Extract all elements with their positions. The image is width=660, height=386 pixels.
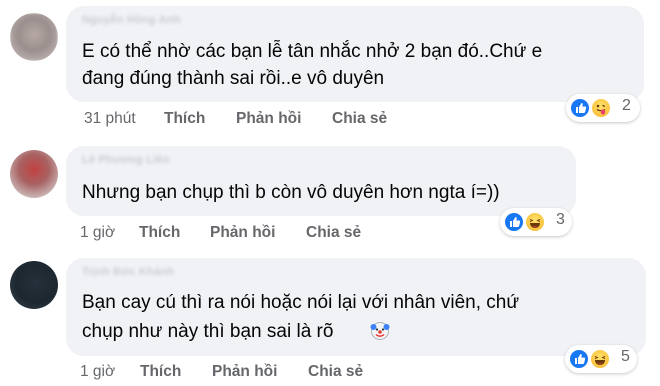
share-button[interactable]: Chia sẻ	[332, 110, 387, 128]
like-icon	[569, 97, 591, 119]
reaction-count: 2	[622, 97, 631, 114]
avatar[interactable]	[10, 13, 58, 61]
reaction-summary[interactable]: 2	[566, 94, 640, 122]
comment-actions: 1 giờ Thích Phản hồi Chia sẻ	[80, 224, 480, 244]
comment-author[interactable]: Nguyễn Hồng Anh	[82, 14, 181, 26]
comment-time[interactable]: 31 phút	[84, 110, 136, 128]
reaction-summary[interactable]: 5	[565, 345, 637, 373]
avatar[interactable]	[10, 261, 58, 309]
haha-icon	[524, 211, 546, 233]
reaction-summary[interactable]: 3	[500, 208, 572, 236]
like-button[interactable]: Thích	[164, 110, 205, 128]
comment-author[interactable]: Lê Phương Liên	[82, 154, 170, 166]
tongue-emoji-icon	[590, 97, 612, 119]
reply-button[interactable]: Phản hồi	[236, 110, 301, 128]
like-icon	[503, 211, 525, 233]
comment-text-line-2: chụp như này thì bạn sai là rõ	[82, 321, 334, 342]
comment-2: Lê Phương Liên Nhưng bạn chụp thì b còn …	[0, 136, 660, 248]
comment-1: Nguyễn Hồng Anh E có thể nhờ các bạn lễ …	[0, 0, 660, 136]
reply-button[interactable]: Phản hồi	[212, 363, 277, 381]
comment-time[interactable]: 1 giờ	[80, 224, 115, 242]
avatar[interactable]	[10, 150, 58, 198]
reaction-count: 5	[621, 348, 630, 365]
like-button[interactable]: Thích	[139, 224, 180, 242]
comment-text-line-1: Bạn cay cú thì ra nói hoặc nói lại với n…	[82, 292, 520, 313]
reply-button[interactable]: Phản hồi	[210, 224, 275, 242]
comment-actions: 31 phút Thích Phản hồi Chia sẻ	[84, 110, 484, 130]
like-icon	[568, 348, 590, 370]
comment-author[interactable]: Trịnh Đức Khánh	[82, 266, 174, 278]
comment-text-line-1: E có thể nhờ các bạn lễ tân nhắc nhở 2 b…	[82, 41, 543, 62]
clown-emoji-icon	[370, 321, 390, 341]
share-button[interactable]: Chia sẻ	[306, 224, 361, 242]
comment-time[interactable]: 1 giờ	[80, 363, 115, 381]
comment-text-line-2: đang đúng thành sai rồi..e vô duyên	[82, 68, 385, 89]
reaction-count: 3	[556, 211, 565, 228]
share-button[interactable]: Chia sẻ	[308, 363, 363, 381]
haha-icon	[589, 348, 611, 370]
comment-text-line-1: Nhưng bạn chụp thì b còn vô duyên hơn ng…	[82, 182, 500, 203]
comment-3: Trịnh Đức Khánh Bạn cay cú thì ra nói ho…	[0, 248, 660, 386]
like-button[interactable]: Thích	[140, 363, 181, 381]
comment-actions: 1 giờ Thích Phản hồi Chia sẻ	[80, 363, 480, 383]
